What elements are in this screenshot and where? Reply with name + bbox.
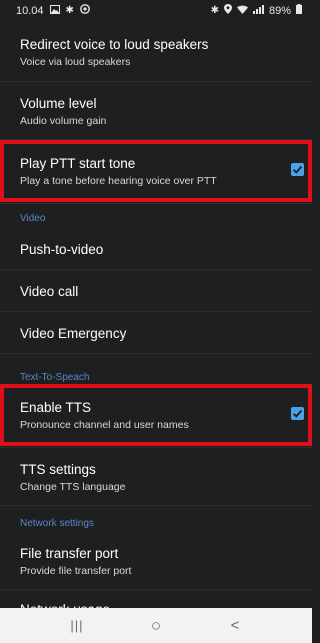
setting-title: Video call <box>20 284 79 299</box>
enable-tts-checkbox[interactable] <box>291 407 304 420</box>
setting-tts-settings[interactable]: TTS settings Change TTS language <box>0 448 312 506</box>
wifi-icon <box>236 5 248 18</box>
setting-title: Volume level <box>20 96 97 111</box>
setting-summary: Change TTS language <box>20 481 126 493</box>
setting-video-call[interactable]: Video call <box>0 270 312 312</box>
setting-ptt-start-tone[interactable]: Play PTT start tone Play a tone before h… <box>0 140 312 204</box>
check-icon <box>292 165 303 174</box>
bluetooth-icon: ✱ <box>210 5 219 16</box>
navigation-bar: ||| ○ < <box>0 608 312 643</box>
status-right: ✱ 89% <box>211 4 302 18</box>
setting-summary: Pronounce channel and user names <box>20 419 189 431</box>
setting-push-to-video[interactable]: Push-to-video <box>0 228 312 270</box>
battery-percent: 89% <box>268 5 291 17</box>
setting-summary: Provide file transfer port <box>20 565 132 577</box>
section-header-tts: Text-To-Speach <box>20 372 90 383</box>
recents-button[interactable]: ||| <box>52 608 102 643</box>
back-icon: < <box>230 617 240 634</box>
setting-title: Video Emergency <box>20 326 127 341</box>
setting-title: TTS settings <box>20 462 96 477</box>
location-icon <box>223 4 232 18</box>
setting-title: Enable TTS <box>20 400 92 415</box>
setting-enable-tts[interactable]: Enable TTS Pronounce channel and user na… <box>0 384 312 448</box>
setting-redirect-voice[interactable]: Redirect voice to loud speakers Voice vi… <box>0 22 312 82</box>
section-header-network: Network settings <box>20 518 94 529</box>
section-header-video: Video <box>20 213 46 224</box>
home-button[interactable]: ○ <box>131 608 181 643</box>
setting-title: Push-to-video <box>20 242 104 257</box>
setting-summary: Play a tone before hearing voice over PT… <box>20 175 217 187</box>
status-left: 10.04 ✱ <box>16 4 90 18</box>
ptt-tone-checkbox[interactable] <box>291 163 304 176</box>
gallery-icon <box>49 4 60 18</box>
setting-title: File transfer port <box>20 546 119 561</box>
bluetooth-icon: ✱ <box>65 5 74 16</box>
check-icon <box>292 409 303 418</box>
setting-title: Play PTT start tone <box>20 156 136 171</box>
recents-icon: ||| <box>70 618 84 633</box>
status-bar: 10.04 ✱ ✱ 89% <box>0 0 312 22</box>
setting-title: Redirect voice to loud speakers <box>20 37 209 52</box>
setting-file-transfer-port[interactable]: File transfer port Provide file transfer… <box>0 532 312 590</box>
home-icon: ○ <box>150 615 162 635</box>
setting-summary: Audio volume gain <box>20 115 107 127</box>
status-time: 10.04 <box>16 5 44 17</box>
signal-icon <box>252 4 264 18</box>
setting-video-emergency[interactable]: Video Emergency <box>0 312 312 354</box>
setting-volume-level[interactable]: Volume level Audio volume gain <box>0 82 312 140</box>
setting-summary: Voice via loud speakers <box>20 56 131 68</box>
app-icon <box>80 4 90 18</box>
battery-icon <box>296 4 302 18</box>
back-button[interactable]: < <box>210 608 260 643</box>
